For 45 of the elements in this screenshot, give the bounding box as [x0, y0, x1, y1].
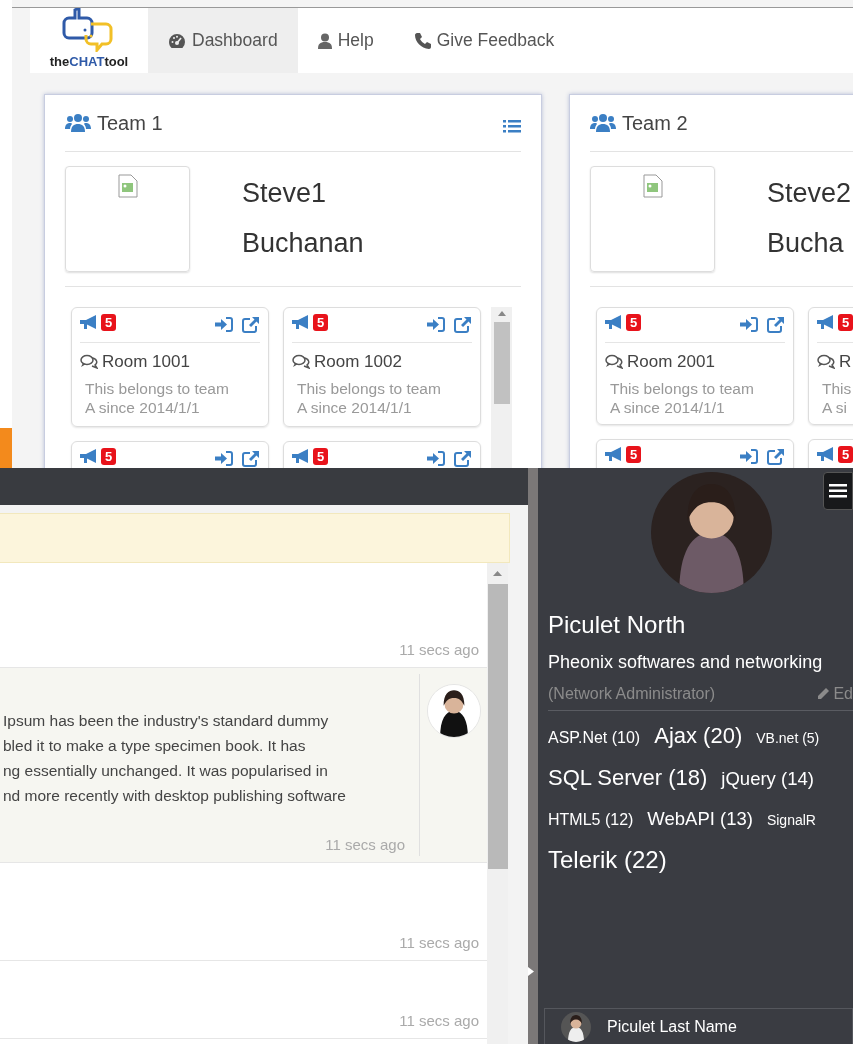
timestamp: 11 secs ago	[398, 932, 480, 953]
job-title: (Network Administrator)	[548, 684, 716, 704]
team-title: Team 1	[97, 111, 163, 136]
skill-tag[interactable]: Ajax (20)	[654, 717, 743, 755]
team-title: Team 2	[622, 111, 688, 136]
profile-name: Piculet North	[548, 610, 687, 640]
room-title: R	[839, 351, 852, 373]
message-text: Ipsum has been the industry's standard dummy bled it to make a type specimen book. It has ng essentially unchanged. It was popularised in nd more recently with desktop publishing software	[2, 711, 347, 806]
nav-tab[interactable]: Give Feedback	[393, 8, 575, 73]
room-title: Room 1001	[102, 351, 190, 373]
skill-tag[interactable]: jQuery (14)	[721, 760, 814, 798]
skill-tag[interactable]: ASP.Net (10)	[548, 719, 641, 757]
room-description: This belongs to team A since 2014/1/1	[609, 378, 755, 417]
count-badge: 5	[626, 314, 642, 331]
logo-text: theCHATtool	[49, 52, 129, 71]
count-badge: 5	[838, 314, 853, 331]
room-description: This belongs to team A since 2014/1/1	[84, 378, 230, 417]
room-description: This belongs to team A since 2014/1/1	[296, 378, 442, 417]
first-name: Steve1	[242, 177, 328, 210]
timestamp: 11 secs ago	[398, 639, 480, 660]
count-badge: 5	[838, 445, 853, 463]
last-name: Buchanan	[242, 227, 364, 260]
count-badge: 5	[313, 314, 329, 331]
count-badge: 5	[313, 447, 329, 465]
room-description: This A si	[821, 378, 853, 417]
skill-tag[interactable]: Telerik (22)	[548, 841, 667, 879]
contact-name: Piculet Last Name	[607, 1016, 737, 1037]
skill-tag[interactable]: HTML5 (12)	[548, 801, 634, 839]
contact-item[interactable]: Piculet Last Name	[544, 1008, 853, 1044]
company-name: Pheonix softwares and networking	[548, 651, 824, 674]
skill-tag[interactable]: SignalR	[766, 801, 816, 839]
room-title: Room 2001	[627, 351, 715, 373]
count-badge: 5	[101, 447, 117, 465]
room-title: Room 1002	[314, 351, 402, 373]
count-badge: 5	[626, 445, 642, 463]
last-name: Bucha	[767, 227, 845, 260]
nav-tab[interactable]: Dashboard	[148, 8, 298, 73]
timestamp: 11 secs ago	[324, 834, 406, 855]
nav-tab[interactable]: Help	[297, 8, 394, 73]
skill-tag[interactable]: WebAPI (13)	[647, 800, 753, 838]
skill-tag[interactable]: VB.net (5)	[756, 719, 820, 757]
timestamp: 11 secs ago	[398, 1010, 480, 1031]
skill-tag[interactable]: SQL Server (18)	[548, 759, 708, 797]
first-name: Steve2	[767, 177, 852, 210]
count-badge: 5	[101, 314, 117, 331]
